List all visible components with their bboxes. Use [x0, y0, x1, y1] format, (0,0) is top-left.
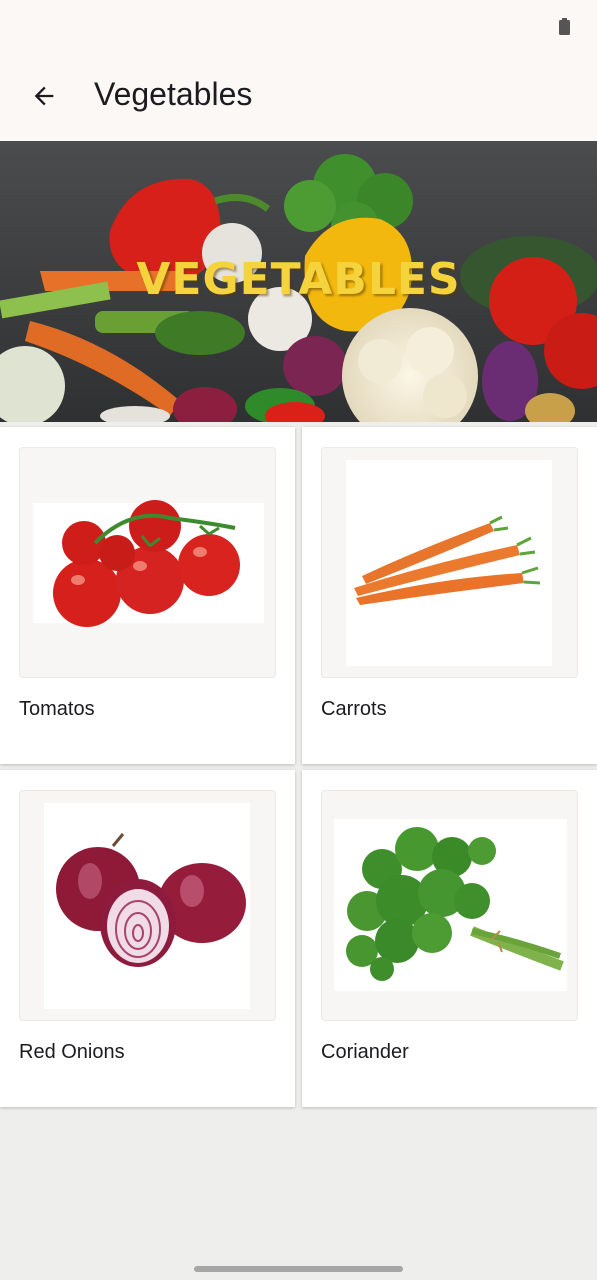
red-onions-image	[19, 790, 276, 1021]
arrow-back-icon	[34, 86, 54, 106]
vegetable-card-tomatos[interactable]: Tomatos	[0, 427, 295, 764]
hero-banner-image: VEGETABLES	[0, 141, 597, 422]
coriander-image	[321, 790, 578, 1021]
carrots-image	[321, 447, 578, 678]
vegetable-card-coriander[interactable]: Coriander	[302, 770, 597, 1107]
vegetable-name: Red Onions	[19, 1041, 125, 1063]
back-button[interactable]	[20, 72, 68, 120]
top-app-bar: Vegetables	[0, 52, 597, 141]
tomatoes-image	[19, 447, 276, 678]
home-indicator[interactable]	[194, 1266, 403, 1272]
vegetable-name: Tomatos	[19, 698, 95, 720]
vegetable-name: Carrots	[321, 698, 387, 720]
hero-banner-title: VEGETABLES	[136, 254, 461, 305]
battery-icon	[559, 18, 570, 35]
vegetable-card-red-onions[interactable]: Red Onions	[0, 770, 295, 1107]
status-bar	[0, 0, 597, 52]
page-title: Vegetables	[94, 76, 253, 112]
vegetable-card-carrots[interactable]: Carrots	[302, 427, 597, 764]
vegetable-name: Coriander	[321, 1041, 409, 1063]
